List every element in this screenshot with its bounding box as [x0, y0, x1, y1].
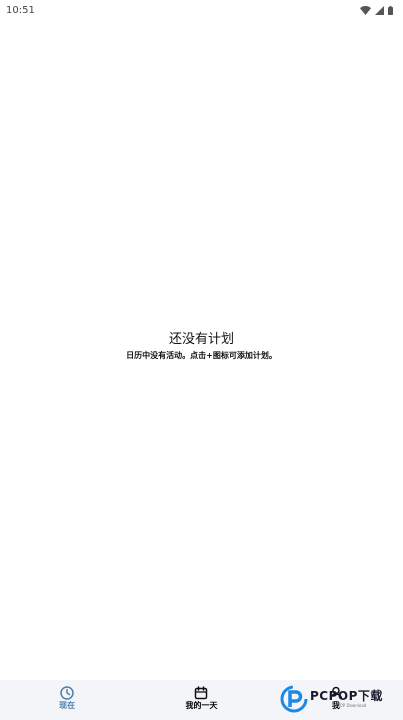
status-icons [360, 5, 393, 15]
watermark-subtext: PCPOP Download [332, 702, 367, 708]
empty-state: 还没有计划 日历中没有活动。点击+图标可添加计划。 [0, 332, 403, 362]
status-time: 10:51 [6, 4, 35, 16]
pcpop-logo-icon [280, 685, 308, 713]
battery-icon [388, 5, 393, 15]
status-bar: 10:51 [0, 0, 403, 20]
watermark-text: PCPOP下载 [310, 688, 383, 703]
signal-icon [375, 5, 384, 15]
nav-label-now: 现在 [59, 701, 76, 710]
nav-item-my-day[interactable]: 我的一天 [134, 680, 268, 720]
clock-icon [60, 686, 74, 700]
wifi-icon [360, 5, 371, 15]
empty-state-title: 还没有计划 [168, 332, 234, 347]
calendar-icon [195, 686, 208, 700]
empty-state-subtitle: 日历中没有活动。点击+图标可添加计划。 [126, 351, 277, 360]
watermark: PCPOP下载 PCPOP Download [280, 683, 402, 715]
nav-item-now[interactable]: 现在 [0, 680, 134, 720]
nav-label-my-day: 我的一天 [185, 701, 218, 710]
